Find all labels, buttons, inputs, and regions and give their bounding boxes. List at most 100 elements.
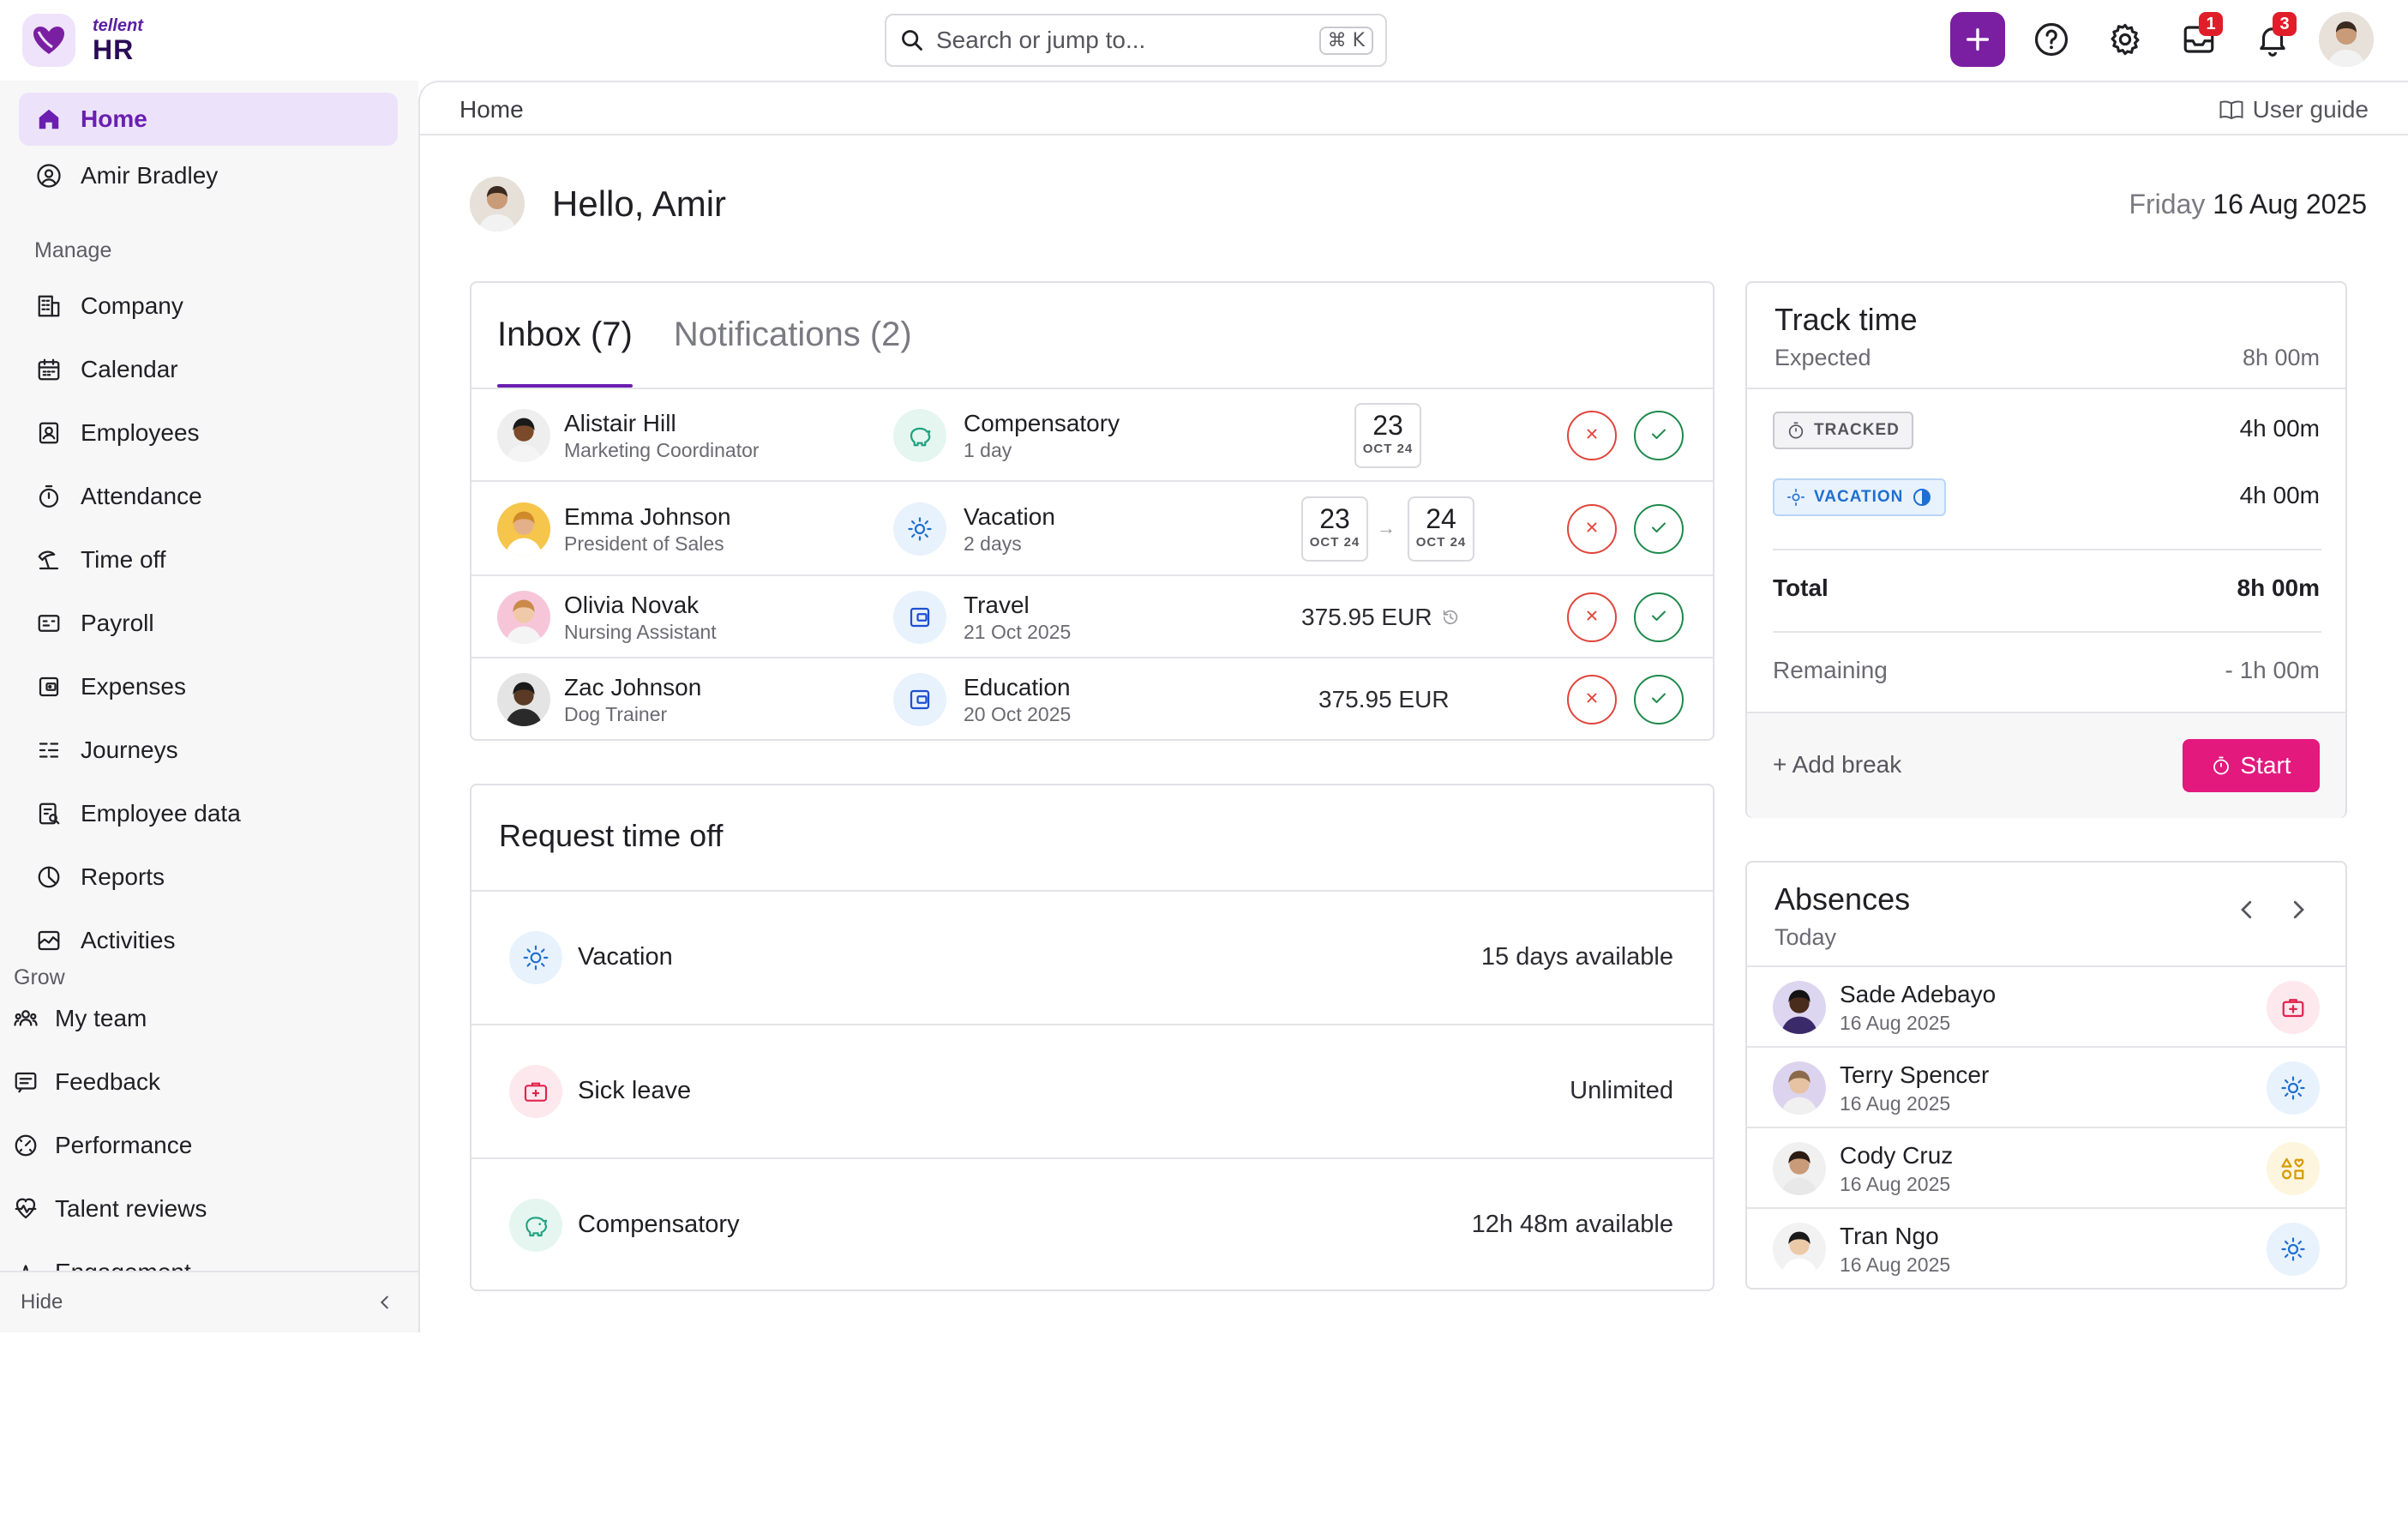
approve-button[interactable] bbox=[1634, 592, 1684, 642]
approve-button[interactable] bbox=[1634, 411, 1684, 460]
help-button[interactable] bbox=[2024, 12, 2079, 67]
remaining-value: - 1h 00m bbox=[2225, 657, 2321, 683]
sidebar-item-employee-data[interactable]: Employee data bbox=[19, 787, 398, 840]
sidebar-item-label: Employee data bbox=[81, 800, 241, 827]
absence-row[interactable]: Sade Adebayo 16 Aug 2025 bbox=[1747, 967, 2345, 1048]
chevron-left-icon[interactable] bbox=[2234, 897, 2260, 923]
request-row-sick-leave[interactable]: Sick leave Unlimited bbox=[471, 1025, 1713, 1159]
tracked-value: 4h 00m bbox=[2239, 415, 2320, 442]
reject-button[interactable] bbox=[1567, 592, 1617, 642]
book-icon bbox=[2219, 100, 2243, 120]
sidebar-item-profile[interactable]: Amir Bradley bbox=[19, 149, 398, 202]
sidebar-hide-button[interactable]: Hide bbox=[0, 1271, 418, 1332]
avatar bbox=[497, 673, 550, 726]
sun-icon bbox=[2267, 1223, 2320, 1276]
create-button[interactable] bbox=[1950, 12, 2005, 67]
sidebar-item-time-off[interactable]: Time off bbox=[19, 533, 398, 586]
sidebar-item-expenses[interactable]: Expenses bbox=[19, 660, 398, 713]
sidebar-item-home[interactable]: Home bbox=[19, 93, 398, 146]
current-date: Friday 16 Aug 2025 bbox=[2129, 189, 2367, 220]
inbox-row[interactable]: Zac Johnson Dog Trainer Education 20 Oct… bbox=[471, 658, 1713, 741]
close-icon bbox=[1582, 688, 1601, 712]
request-label: Sick leave bbox=[578, 1077, 692, 1104]
request-row-compensatory[interactable]: Compensatory 12h 48m available bbox=[471, 1159, 1713, 1293]
sidebar-item-journeys[interactable]: Journeys bbox=[19, 724, 398, 777]
inbox-button[interactable]: 1 bbox=[2171, 12, 2226, 67]
requester-name: Emma Johnson bbox=[564, 503, 731, 530]
sidebar-item-label: Activities bbox=[81, 927, 176, 953]
notifications-button[interactable]: 3 bbox=[2245, 12, 2300, 67]
sun-icon bbox=[2267, 1061, 2320, 1115]
request-title: Request time off bbox=[499, 818, 724, 853]
payroll-icon bbox=[34, 609, 63, 638]
logo-big-text: HR bbox=[93, 34, 135, 65]
absence-row[interactable]: Tran Ngo 16 Aug 2025 bbox=[1747, 1209, 2345, 1290]
reject-button[interactable] bbox=[1567, 675, 1617, 724]
avatar bbox=[1773, 1061, 1826, 1115]
end-date-box: 24 OCT 24 bbox=[1408, 496, 1474, 562]
add-break-button[interactable]: + Add break bbox=[1773, 751, 1901, 779]
arrow-right-icon: → bbox=[1377, 517, 1396, 538]
check-icon bbox=[1648, 605, 1669, 630]
reject-button[interactable] bbox=[1567, 504, 1617, 554]
plus-icon bbox=[1966, 27, 1990, 51]
user-avatar[interactable] bbox=[2319, 12, 2374, 67]
gear-icon bbox=[2111, 23, 2140, 56]
shapes-icon bbox=[2267, 1142, 2320, 1195]
sidebar-item-calendar[interactable]: Calendar bbox=[19, 343, 398, 396]
sidebar-item-payroll[interactable]: Payroll bbox=[19, 597, 398, 650]
avatar bbox=[497, 409, 550, 462]
requester-role: Marketing Coordinator bbox=[564, 439, 760, 461]
close-icon bbox=[1582, 424, 1601, 448]
sidebar-item-my-team[interactable]: My team bbox=[12, 1005, 147, 1032]
request-detail: 1 day bbox=[964, 439, 1012, 461]
inbox-row[interactable]: Alistair Hill Marketing Coordinator Comp… bbox=[471, 389, 1713, 482]
absence-row[interactable]: Cody Cruz 16 Aug 2025 bbox=[1747, 1128, 2345, 1209]
settings-button[interactable] bbox=[2098, 12, 2153, 67]
avatar bbox=[497, 502, 550, 556]
sidebar-item-company[interactable]: Company bbox=[19, 280, 398, 333]
sidebar-item-talent-reviews[interactable]: Talent reviews bbox=[12, 1195, 207, 1223]
sidebar-item-feedback[interactable]: Feedback bbox=[12, 1068, 160, 1096]
sidebar-item-attendance[interactable]: Attendance bbox=[19, 470, 398, 523]
absences-title: Absences bbox=[1774, 881, 1911, 917]
approve-button[interactable] bbox=[1634, 504, 1684, 554]
request-type: Travel bbox=[964, 592, 1030, 618]
start-button[interactable]: Start bbox=[2183, 739, 2320, 792]
medical-icon bbox=[2267, 981, 2320, 1034]
search-icon bbox=[902, 30, 922, 51]
sidebar-item-label: Amir Bradley bbox=[81, 162, 219, 189]
sidebar-item-performance[interactable]: Performance bbox=[12, 1132, 192, 1159]
search-input[interactable]: Search or jump to... ⌘ K bbox=[885, 14, 1387, 67]
sidebar-item-reports[interactable]: Reports bbox=[19, 851, 398, 904]
approve-button[interactable] bbox=[1634, 675, 1684, 724]
sidebar-item-activities[interactable]: Activities bbox=[19, 914, 398, 967]
search-placeholder: Search or jump to... bbox=[936, 27, 1146, 53]
app-logo[interactable]: tellent HR bbox=[22, 14, 143, 67]
sidebar-item-label: Journeys bbox=[81, 736, 178, 763]
sidebar-item-label: Talent reviews bbox=[55, 1195, 207, 1222]
request-type: Education bbox=[964, 674, 1071, 700]
inbox-row[interactable]: Olivia Novak Nursing Assistant Travel 21… bbox=[471, 576, 1713, 658]
user-guide-link[interactable]: User guide bbox=[2219, 96, 2369, 123]
close-icon bbox=[1582, 518, 1601, 541]
tab-notifications[interactable]: Notifications (2) bbox=[674, 283, 912, 388]
vacation-badge: VACATION bbox=[1773, 478, 1947, 516]
stopwatch-icon bbox=[34, 482, 63, 511]
sun-icon bbox=[509, 931, 562, 984]
request-balance: 15 days available bbox=[1480, 943, 1673, 971]
sidebar-item-label: Calendar bbox=[81, 356, 178, 382]
chevron-left-icon bbox=[380, 1296, 388, 1309]
tab-inbox[interactable]: Inbox (7) bbox=[497, 283, 633, 388]
sidebar-item-label: Home bbox=[81, 105, 147, 132]
inbox-row[interactable]: Emma Johnson President of Sales Vacation… bbox=[471, 482, 1713, 576]
absence-date: 16 Aug 2025 bbox=[1840, 1253, 1951, 1276]
sidebar-item-label: Payroll bbox=[81, 610, 154, 636]
vacation-value: 4h 00m bbox=[2239, 482, 2320, 508]
absence-row[interactable]: Terry Spencer 16 Aug 2025 bbox=[1747, 1048, 2345, 1128]
chevron-right-icon[interactable] bbox=[2285, 897, 2311, 923]
sidebar-item-employees[interactable]: Employees bbox=[19, 406, 398, 460]
request-row-vacation[interactable]: Vacation 15 days available bbox=[471, 892, 1713, 1025]
reject-button[interactable] bbox=[1567, 411, 1617, 460]
request-label: Compensatory bbox=[578, 1211, 740, 1238]
